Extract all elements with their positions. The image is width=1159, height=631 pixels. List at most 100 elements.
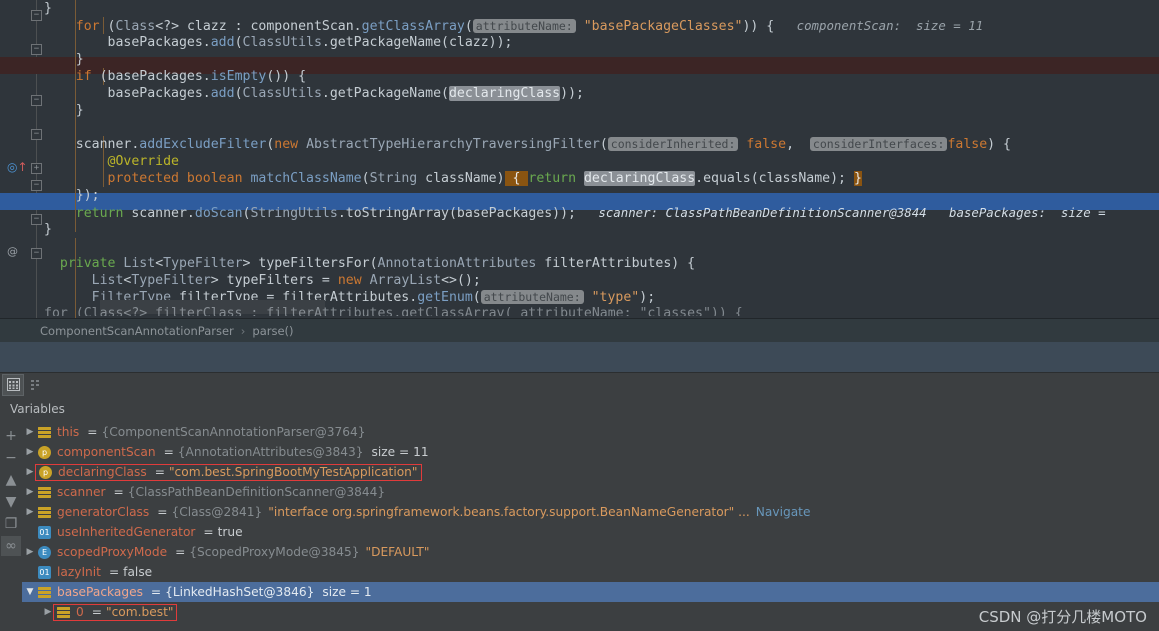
breadcrumb-separator-icon: › xyxy=(240,323,246,338)
variables-side-rail[interactable]: + − ▲ ▼ ❐ ∞ xyxy=(0,422,22,631)
equals-sign: = xyxy=(154,465,165,479)
obj-variable-icon xyxy=(57,605,70,619)
breadcrumb-class[interactable]: ComponentScanAnnotationParser xyxy=(40,324,234,338)
variable-row[interactable]: 01 lazyInit = false xyxy=(22,562,1159,582)
equals-sign: = xyxy=(150,585,162,599)
fold-marker[interactable]: − xyxy=(31,44,42,55)
fold-marker[interactable]: + xyxy=(31,163,42,174)
code-line[interactable]: } xyxy=(44,221,52,238)
sort-view-icon[interactable] xyxy=(26,374,48,396)
variable-value: "interface org.springframework.beans.fac… xyxy=(268,505,750,519)
equals-sign: = xyxy=(175,545,186,559)
chevron-right-icon[interactable]: ▶ xyxy=(22,507,38,517)
variable-row[interactable]: ▶ p componentScan = {AnnotationAttributes@38… xyxy=(22,442,1159,462)
equals-sign: = xyxy=(108,565,120,579)
variables-toolbar[interactable] xyxy=(0,372,1159,396)
remove-watch-button[interactable]: − xyxy=(1,448,21,468)
fold-marker[interactable]: − xyxy=(31,180,42,191)
variable-type: {LinkedHashSet@3846} xyxy=(165,585,315,599)
editor-gutter[interactable]: ◎↑ @ xyxy=(0,0,30,318)
copy-value-button[interactable]: ❐ xyxy=(1,514,21,534)
code-line[interactable]: List<TypeFilter> typeFilters = new Array… xyxy=(44,272,481,289)
equals-sign: = xyxy=(113,485,124,499)
variables-label: Variables xyxy=(10,402,65,416)
variable-value: "com.best.SpringBootMyTestApplication" xyxy=(168,465,418,479)
code-line[interactable]: return scanner.doScan(StringUtils.toStri… xyxy=(44,204,1106,221)
ide-window: ◎↑ @ − − − − − + − − − } for (Class<?> c… xyxy=(0,0,1159,631)
code-line[interactable]: basePackages.add(ClassUtils.getPackageNa… xyxy=(44,85,584,102)
fold-marker[interactable]: − xyxy=(31,214,42,225)
code-line[interactable]: } xyxy=(44,102,84,119)
code-line[interactable]: scanner.addExcludeFilter(new AbstractTyp… xyxy=(44,136,1011,153)
variable-row[interactable]: ▶ EscopedProxyMode = {ScopedProxyMode@3845}… xyxy=(22,542,1159,562)
code-editor[interactable]: ◎↑ @ − − − − − + − − − } for (Class<?> c… xyxy=(0,0,1159,318)
move-up-button[interactable]: ▲ xyxy=(1,470,21,490)
debugger-frames-strip[interactable] xyxy=(0,342,1159,372)
variable-value: "com.best" xyxy=(105,605,174,619)
fold-marker[interactable]: − xyxy=(31,95,42,106)
chevron-right-icon[interactable]: ▶ xyxy=(22,547,38,557)
variable-content: basePackages = {LinkedHashSet@3846} xyxy=(38,585,314,599)
variables-tree[interactable]: ▶ this = {ComponentScanAnnotationParser@376… xyxy=(22,422,1159,631)
variable-row[interactable]: ▶ scanner = {ClassPathBeanDefinitionScanner… xyxy=(22,482,1159,502)
breadcrumb-method[interactable]: parse() xyxy=(252,324,293,338)
variable-type: {ScopedProxyMode@3845} xyxy=(189,545,360,559)
code-line[interactable]: } xyxy=(44,51,84,68)
prim-variable-icon: 01 xyxy=(38,525,51,539)
code-line[interactable]: for (Class<?> clazz : componentScan.getC… xyxy=(44,17,983,34)
code-text[interactable]: } for (Class<?> clazz : componentScan.ge… xyxy=(44,0,1159,318)
equals-sign: = xyxy=(203,525,214,539)
variable-content: EscopedProxyMode = {ScopedProxyMode@3845} "… xyxy=(38,545,429,559)
variable-row[interactable]: ▶ generatorClass = {Class@2841} "interface o… xyxy=(22,502,1159,522)
fold-marker[interactable]: − xyxy=(31,248,42,259)
param-variable-icon: p xyxy=(39,465,52,479)
variable-row[interactable]: ▶ 0 = "com.best" xyxy=(22,602,1159,622)
code-line[interactable]: protected boolean matchClassName(String … xyxy=(44,170,862,187)
code-line[interactable]: if (basePackages.isEmpty()) { xyxy=(44,68,306,85)
breadcrumb[interactable]: ComponentScanAnnotationParser › parse() xyxy=(0,318,1159,342)
code-line[interactable]: private List<TypeFilter> typeFiltersFor(… xyxy=(44,255,695,272)
variable-row[interactable]: ▶ p declaringClass = "com.best.SpringBootMyT… xyxy=(22,462,1159,482)
variable-type: {Class@2841} xyxy=(171,505,263,519)
override-method-icon[interactable]: ◎↑ xyxy=(7,160,28,174)
watches-toggle-button[interactable]: ∞ xyxy=(1,536,21,556)
equals-sign: = xyxy=(91,605,102,619)
chevron-down-icon[interactable]: ▼ xyxy=(22,587,38,597)
variable-row[interactable]: ▼ basePackages = {LinkedHashSet@3846} size =… xyxy=(22,582,1159,602)
move-down-button[interactable]: ▼ xyxy=(1,492,21,512)
add-watch-button[interactable]: + xyxy=(1,426,21,446)
fold-marker[interactable]: − xyxy=(31,10,42,21)
variable-content: scanner = {ClassPathBeanDefinitionScanner@… xyxy=(38,485,385,499)
variable-type: {AnnotationAttributes@3843} xyxy=(177,445,364,459)
highlighted-variable: p declaringClass = "com.best.SpringBootMyTe… xyxy=(35,463,422,481)
code-line[interactable]: @Override xyxy=(44,153,179,170)
variable-name: 0 xyxy=(76,605,84,619)
navigate-link[interactable]: Navigate xyxy=(756,505,811,519)
chevron-right-icon[interactable]: ▶ xyxy=(22,487,38,497)
annotation-gutter-icon[interactable]: @ xyxy=(7,245,18,258)
variable-name: componentScan xyxy=(57,445,156,459)
table-view-icon[interactable] xyxy=(2,373,24,396)
equals-sign: = xyxy=(87,425,98,439)
fold-marker[interactable]: − xyxy=(31,129,42,140)
equals-sign: = xyxy=(157,505,168,519)
variable-name: this xyxy=(57,425,80,439)
collection-size: size = 11 xyxy=(371,445,429,459)
code-line[interactable]: } xyxy=(44,0,52,17)
variable-value: false xyxy=(123,565,153,579)
chevron-right-icon[interactable]: ▶ xyxy=(22,427,38,437)
obj-variable-icon xyxy=(38,585,51,599)
variable-row[interactable]: 01 useInheritedGenerator = true xyxy=(22,522,1159,542)
chevron-right-icon[interactable]: ▶ xyxy=(22,447,38,457)
param-variable-icon: p xyxy=(38,445,51,459)
obj-variable-icon xyxy=(38,485,51,499)
highlighted-variable: 0 = "com.best" xyxy=(53,603,178,621)
code-folding-rail[interactable]: − − − − − + − − − xyxy=(30,0,44,318)
clipped-code-line: for (Class<?> filterClass : filterAttrib… xyxy=(44,306,743,316)
code-line[interactable]: }); xyxy=(44,187,100,204)
variable-type: {ComponentScanAnnotationParser@3764} xyxy=(101,425,366,439)
code-line[interactable]: basePackages.add(ClassUtils.getPackageNa… xyxy=(44,34,513,51)
variable-row[interactable]: ▶ this = {ComponentScanAnnotationParser@376… xyxy=(22,422,1159,442)
variable-name: useInheritedGenerator xyxy=(57,525,196,539)
variable-name: declaringClass xyxy=(58,465,147,479)
